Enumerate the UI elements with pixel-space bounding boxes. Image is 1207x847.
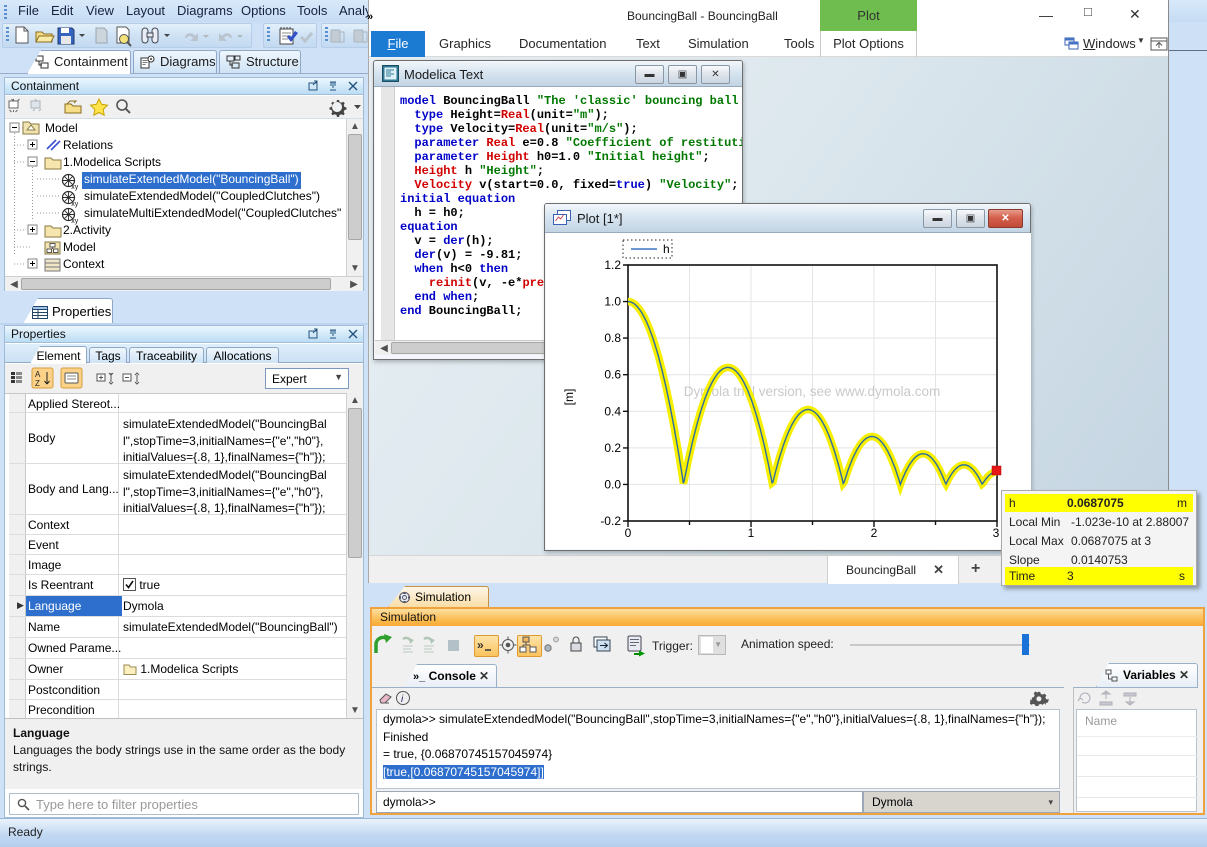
svg-text:1.0: 1.0 <box>604 295 621 309</box>
svg-text:3: 3 <box>993 526 1000 540</box>
svg-text:0.8: 0.8 <box>604 331 621 345</box>
svg-text:0.6: 0.6 <box>604 368 621 382</box>
svg-text:h: h <box>663 242 670 256</box>
svg-text:Trigger:: Trigger: <box>652 639 693 653</box>
svg-text:0: 0 <box>625 526 632 540</box>
svg-text:A: A <box>35 370 41 379</box>
svg-text:»: » <box>477 638 484 652</box>
svg-text:2: 2 <box>871 526 878 540</box>
svg-text:Z: Z <box>35 379 40 388</box>
svg-text:xy: xy <box>71 184 79 191</box>
svg-text:Dymola trial version, see www.: Dymola trial version, see www.dymola.com <box>684 384 941 399</box>
svg-text:i: i <box>401 694 404 705</box>
svg-text:0.2: 0.2 <box>604 441 621 455</box>
svg-text:0.4: 0.4 <box>604 404 621 418</box>
svg-text:-0.2: -0.2 <box>600 514 621 528</box>
svg-text:1: 1 <box>748 526 755 540</box>
svg-text:[m]: [m] <box>562 389 576 406</box>
svg-text:1.2: 1.2 <box>604 258 621 272</box>
svg-text:0.0: 0.0 <box>604 477 621 491</box>
